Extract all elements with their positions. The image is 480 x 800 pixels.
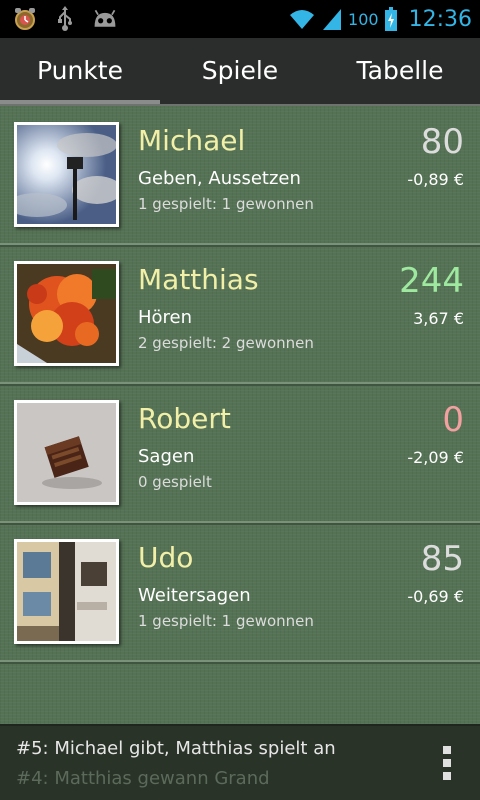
player-name: Robert [138, 402, 231, 435]
player-row[interactable]: Udo Weitersagen 1 gespielt: 1 gewonnen 8… [0, 523, 480, 664]
player-photo [14, 261, 119, 366]
usb-icon [52, 6, 78, 32]
player-money: -0,89 € [407, 170, 464, 189]
player-action: Weitersagen [138, 585, 251, 606]
divider [0, 724, 480, 726]
player-photo [14, 539, 119, 644]
battery-charging-icon [384, 7, 397, 31]
player-action: Hören [138, 307, 193, 328]
player-money: -0,69 € [407, 587, 464, 606]
player-name: Udo [138, 541, 194, 574]
overflow-menu-icon[interactable] [440, 746, 454, 780]
game-log-bar: #5: Michael gibt, Matthias spielt an #4:… [0, 724, 480, 800]
android-icon [92, 6, 118, 32]
status-bar: 100 12:36 [0, 0, 480, 38]
tab-label: Tabelle [356, 55, 444, 85]
clock: 12:36 [408, 6, 472, 32]
tab-label: Punkte [37, 55, 123, 85]
player-action: Geben, Aussetzen [138, 168, 301, 189]
wifi-icon [290, 10, 315, 29]
log-line-current: #5: Michael gibt, Matthias spielt an [16, 738, 336, 759]
player-stats: 1 gespielt: 1 gewonnen [138, 195, 314, 213]
player-money: 3,67 € [413, 309, 464, 328]
player-points: 85 [420, 539, 464, 579]
log-line-previous: #4: Matthias gewann Grand [16, 768, 270, 789]
player-name: Michael [138, 124, 246, 157]
tab-punkte[interactable]: Punkte [0, 38, 160, 106]
player-points: 0 [442, 400, 464, 440]
battery-level: 100 [348, 9, 379, 29]
tab-label: Spiele [201, 55, 279, 85]
player-row[interactable]: Matthias Hören 2 gespielt: 2 gewonnen 24… [0, 245, 480, 386]
player-row[interactable]: Michael Geben, Aussetzen 1 gespielt: 1 g… [0, 106, 480, 247]
player-points: 244 [399, 261, 464, 301]
player-stats: 1 gespielt: 1 gewonnen [138, 612, 314, 630]
tab-bar: Punkte Spiele Tabelle [0, 38, 480, 106]
player-row[interactable]: Robert Sagen 0 gespielt 0 -2,09 € [0, 384, 480, 525]
signal-icon [323, 9, 342, 30]
player-photo [14, 122, 119, 227]
player-stats: 0 gespielt [138, 473, 212, 491]
player-points: 80 [420, 122, 464, 162]
tab-spiele[interactable]: Spiele [160, 38, 320, 106]
player-name: Matthias [138, 263, 259, 296]
player-photo [14, 400, 119, 505]
player-list: Michael Geben, Aussetzen 1 gespielt: 1 g… [0, 106, 480, 724]
tab-tabelle[interactable]: Tabelle [320, 38, 480, 106]
player-stats: 2 gespielt: 2 gewonnen [138, 334, 314, 352]
player-money: -2,09 € [407, 448, 464, 467]
player-action: Sagen [138, 446, 195, 467]
alarm-icon [12, 6, 38, 32]
